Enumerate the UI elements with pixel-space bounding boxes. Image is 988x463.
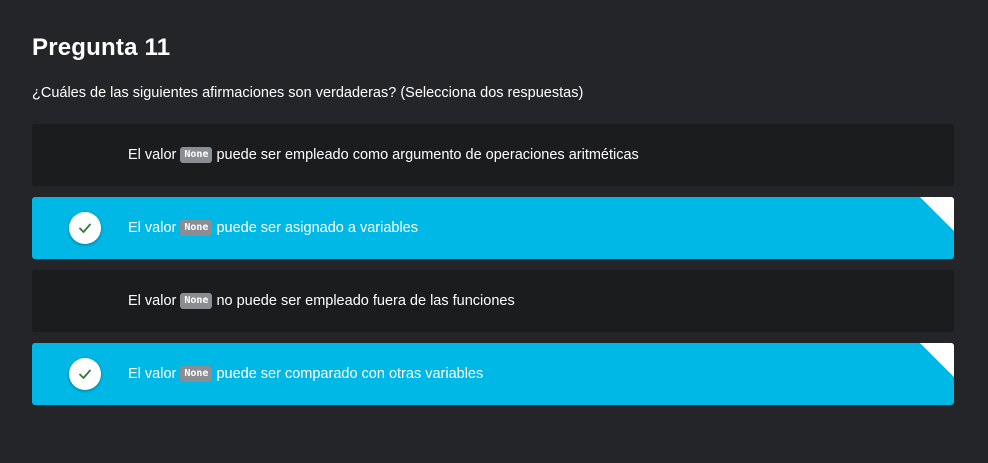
answer-option-1[interactable]: El valor None puede ser empleado como ar… bbox=[32, 124, 954, 186]
code-badge: None bbox=[180, 147, 213, 163]
check-icon bbox=[69, 212, 101, 244]
option-text-prefix: El valor bbox=[128, 220, 177, 236]
check-icon bbox=[69, 358, 101, 390]
question-title: Pregunta 11 bbox=[32, 34, 171, 61]
code-badge: None bbox=[180, 220, 213, 236]
question-prompt: ¿Cuáles de las siguientes afirmaciones s… bbox=[32, 85, 584, 101]
answer-option-2[interactable]: El valor None puede ser asignado a varia… bbox=[32, 197, 954, 259]
option-text-prefix: El valor bbox=[128, 293, 177, 309]
answer-option-text: El valor None puede ser comparado con ot… bbox=[128, 343, 483, 405]
code-badge: None bbox=[180, 293, 213, 309]
code-badge: None bbox=[180, 366, 213, 382]
option-text-suffix: puede ser asignado a variables bbox=[216, 220, 418, 236]
answer-option-3[interactable]: El valor None no puede ser empleado fuer… bbox=[32, 270, 954, 332]
answer-option-4[interactable]: El valor None puede ser comparado con ot… bbox=[32, 343, 954, 405]
option-text-suffix: puede ser empleado como argumento de ope… bbox=[216, 147, 639, 163]
answer-option-text: El valor None no puede ser empleado fuer… bbox=[128, 270, 515, 332]
answer-option-text: El valor None puede ser empleado como ar… bbox=[128, 124, 639, 186]
corner-fold-icon bbox=[920, 343, 954, 377]
corner-fold-icon bbox=[920, 197, 954, 231]
answer-option-text: El valor None puede ser asignado a varia… bbox=[128, 197, 418, 259]
answer-options: El valor None puede ser empleado como ar… bbox=[32, 124, 954, 416]
option-text-prefix: El valor bbox=[128, 147, 177, 163]
option-text-suffix: no puede ser empleado fuera de las funci… bbox=[216, 293, 515, 309]
option-text-suffix: puede ser comparado con otras variables bbox=[216, 366, 484, 382]
option-text-prefix: El valor bbox=[128, 366, 177, 382]
